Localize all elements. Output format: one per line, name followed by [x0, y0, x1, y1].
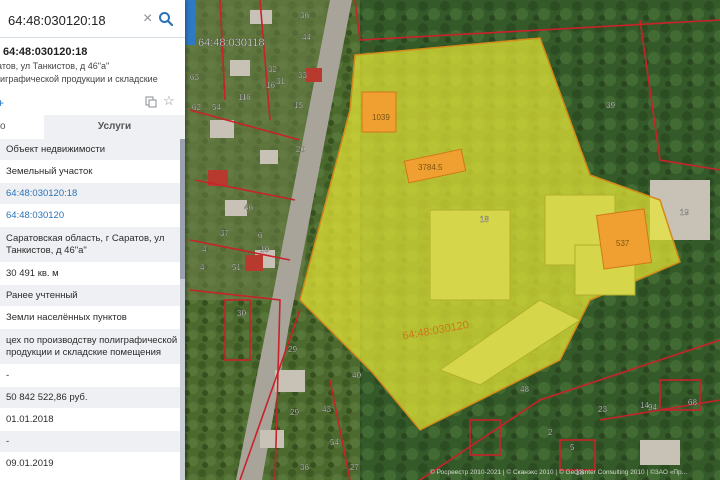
plot-number: 18 — [480, 215, 489, 224]
tab-services[interactable]: Услуги — [44, 115, 185, 139]
add-icon[interactable]: + — [0, 96, 4, 110]
plot-number: 23 — [598, 405, 607, 414]
plot-number: 32 — [268, 65, 277, 74]
field-link[interactable]: 64:48:030120:18 — [0, 183, 185, 205]
plot-number: 37 — [220, 229, 229, 238]
field-value: 30 491 кв. м — [0, 263, 185, 285]
plot-number: 44 — [302, 33, 311, 42]
plot-number: 40 — [352, 371, 361, 380]
plot-number: 68 — [688, 398, 697, 407]
tabs: о Услуги — [0, 115, 185, 139]
plot-number: 63 — [190, 73, 199, 82]
building-label: 1039 — [372, 113, 390, 122]
plot-number: 15 — [294, 101, 303, 110]
plot-number: 46 — [244, 203, 253, 212]
field-value: Ранее учтенный — [0, 285, 185, 307]
field-value: 01.01.2018 — [0, 409, 185, 431]
property-fields: Объект недвижимости Земельный участок 64:4… — [0, 139, 185, 475]
plot-number: 20 — [296, 145, 305, 154]
field-value: Земельный участок — [0, 161, 185, 183]
plot-number: 48 — [520, 385, 529, 394]
copy-icon[interactable] — [145, 96, 157, 108]
plot-number: 43 — [322, 405, 331, 414]
plot-number: 29 — [288, 345, 297, 354]
plot-number: 10 — [260, 245, 269, 254]
field-value: - — [0, 431, 185, 453]
search-bar: × — [0, 0, 185, 38]
plot-number: 116 — [238, 93, 251, 102]
field-value: 09.01.2019 — [0, 453, 185, 475]
search-icon[interactable] — [158, 11, 174, 27]
block-label: 64:48:030118 — [198, 37, 264, 49]
plot-number: 33 — [298, 71, 307, 80]
object-address: ратов, ул Танкистов, д 46"а" — [0, 61, 110, 71]
plot-number: 27 — [350, 463, 359, 472]
field-value: Земли населённых пунктов — [0, 307, 185, 329]
plot-number: 19 — [680, 208, 689, 217]
plot-number: 30 — [237, 309, 246, 318]
object-title: 64:48:030120:18 — [3, 46, 88, 58]
plot-number: 51 — [232, 263, 241, 272]
field-value: Саратовская область, г Саратов, ул Танки… — [0, 227, 185, 263]
plot-number: 4 — [200, 263, 205, 272]
plot-number: 29 — [290, 408, 299, 417]
plot-number: 54 — [212, 103, 221, 112]
plot-number: 16 — [266, 81, 275, 90]
building-label: 3784.5 — [418, 163, 443, 172]
map-copyright: © Росреестр 2010-2021 | © Сканэкс 2010 |… — [430, 468, 687, 476]
field-value: - — [0, 365, 185, 387]
plot-number: 2 — [548, 428, 553, 437]
plot-number: 5 — [570, 443, 575, 452]
field-value: цех по производству полиграфической прод… — [0, 329, 185, 365]
object-purpose: олиграфической продукции и складские — [0, 74, 158, 84]
plot-number: 54 — [330, 438, 339, 447]
building-1039 — [361, 91, 397, 133]
plot-number: 62 — [192, 103, 201, 112]
plot-number: 31 — [276, 77, 285, 86]
info-panel: × 64:48:030120:18 ратов, ул Танкистов, д… — [0, 0, 185, 480]
tab-info[interactable]: о — [0, 115, 44, 139]
plot-number: 36 — [300, 11, 309, 20]
building-label: 537 — [616, 239, 630, 248]
scrollbar-thumb[interactable] — [180, 139, 185, 279]
scrollbar[interactable] — [180, 139, 185, 480]
plot-number: 6 — [258, 231, 263, 240]
field-value: 50 842 522,86 руб. — [0, 387, 185, 409]
panel-edge-accent — [185, 0, 195, 45]
plot-number: 4 — [202, 245, 207, 254]
clear-icon[interactable]: × — [143, 10, 155, 28]
field-link[interactable]: 64:48:030120 — [0, 205, 185, 227]
plot-number: 94 — [648, 403, 657, 412]
field-value: Объект недвижимости — [0, 139, 185, 161]
star-icon[interactable]: ☆ — [163, 94, 175, 108]
search-input[interactable] — [8, 9, 138, 31]
plot-number: 39 — [606, 101, 615, 110]
plot-number: 36 — [300, 463, 309, 472]
